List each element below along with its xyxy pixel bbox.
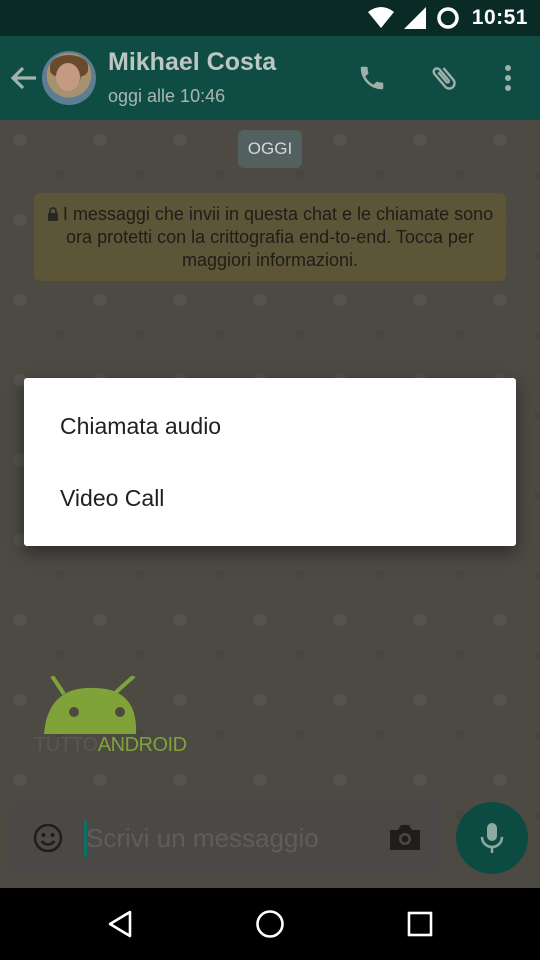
nav-recents-button[interactable] — [402, 906, 438, 942]
nav-recents-icon — [407, 911, 433, 937]
system-nav-bar — [0, 888, 540, 960]
nav-back-button[interactable] — [102, 906, 138, 942]
video-call-option[interactable]: Video Call — [24, 462, 516, 534]
nav-home-button[interactable] — [252, 906, 288, 942]
nav-home-icon — [256, 910, 284, 938]
call-type-dialog: Chiamata audio Video Call — [24, 378, 516, 546]
audio-call-option[interactable]: Chiamata audio — [24, 390, 516, 462]
nav-back-icon — [108, 910, 132, 938]
